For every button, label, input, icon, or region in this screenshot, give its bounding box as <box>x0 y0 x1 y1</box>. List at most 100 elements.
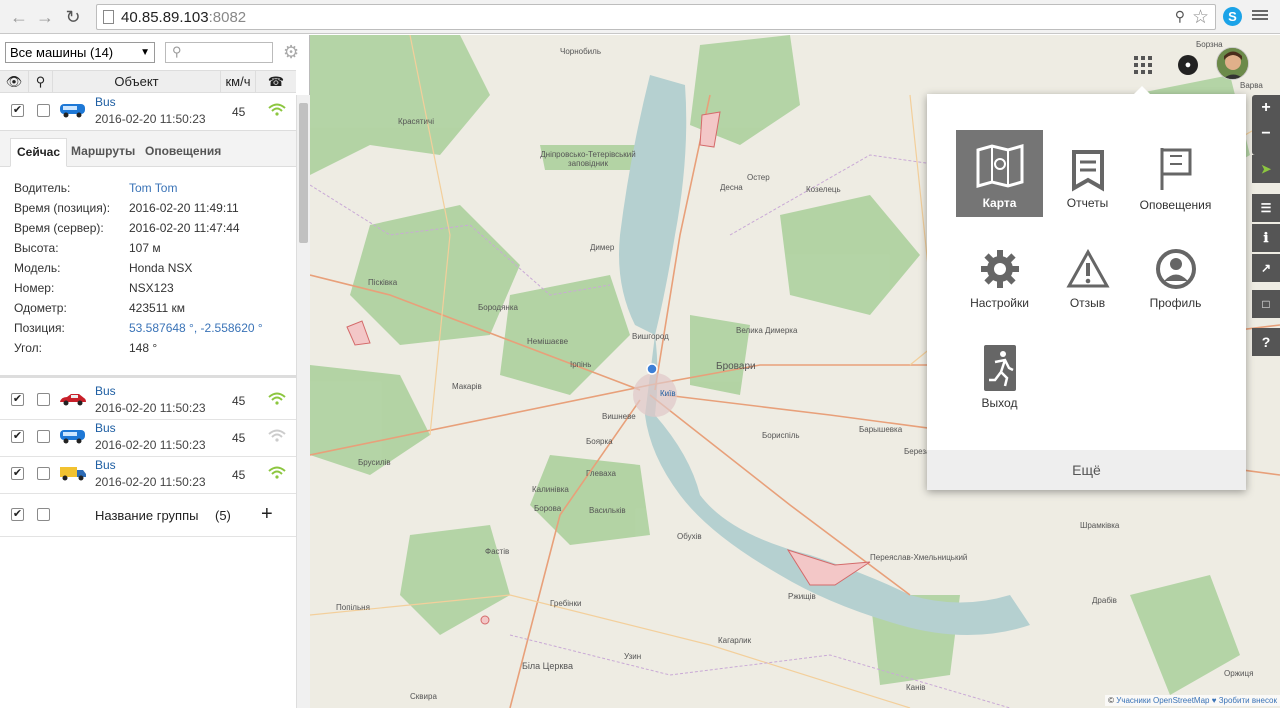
apps-grid-icon[interactable] <box>1134 56 1152 74</box>
signal-icon <box>268 392 286 405</box>
contribute-link[interactable]: ♥ Зробити внесок <box>1210 696 1277 705</box>
driver-value[interactable]: Tom Tom <box>129 181 177 195</box>
app-settings[interactable]: Настройки <box>956 234 1043 321</box>
more-button[interactable]: Ещё <box>927 450 1246 490</box>
visibility-checkbox[interactable]: ✔ <box>11 393 24 406</box>
prop-label: Время (сервер): <box>14 221 104 235</box>
map-label: Ржищів <box>788 592 816 601</box>
map-label: Глеваха <box>586 469 616 478</box>
map-label: Сквира <box>410 692 437 701</box>
forward-icon[interactable]: → <box>34 6 56 28</box>
browser-menu-icon[interactable] <box>1252 8 1268 24</box>
map-label: Остер <box>747 173 770 182</box>
avatar[interactable] <box>1216 47 1249 80</box>
app-label: Профиль <box>1149 296 1202 310</box>
group-row[interactable]: ✔ Название группы (5) + <box>0 498 296 534</box>
map-label: Чорнобиль <box>560 47 601 56</box>
object-column-header[interactable]: Объект <box>53 71 221 93</box>
app-reports[interactable]: Отчеты <box>1044 130 1131 217</box>
map-label: Київ <box>660 389 676 398</box>
sidebar-scrollbar[interactable] <box>296 95 310 708</box>
vehicle-row-selected[interactable]: ✔ Bus 2016-02-20 11:50:23 45 <box>0 94 296 130</box>
prop-label: Высота: <box>14 241 59 255</box>
prop-value: Honda NSX <box>129 261 193 275</box>
app-profile[interactable]: Профиль <box>1132 234 1219 321</box>
map-label: Барышевка <box>859 425 903 434</box>
vehicle-name[interactable]: Bus <box>95 384 116 398</box>
bookmark-star-icon[interactable]: ☆ <box>1192 6 1209 29</box>
address-bar[interactable]: 40.85.89.103:8082 ⚲ ☆ <box>96 4 1216 30</box>
sidebar: Все машины (14) ▼ ⚲ ⚙ 👁 ⚲ Объект км/ч ☎ ✔… <box>0 35 310 708</box>
osm-link[interactable]: Учасники OpenStreetMap <box>1116 696 1209 705</box>
scrollbar-thumb[interactable] <box>299 103 308 243</box>
map-label: Вишгород <box>632 332 669 341</box>
visibility-checkbox[interactable]: ✔ <box>11 467 24 480</box>
app-feedback[interactable]: Отзыв <box>1044 234 1131 321</box>
info-icon[interactable]: ℹ <box>1252 224 1280 252</box>
group-name[interactable]: Название группы <box>95 508 198 523</box>
zoom-in-button[interactable]: + <box>1252 95 1280 121</box>
speed-column-header[interactable]: км/ч <box>221 71 256 93</box>
select-checkbox[interactable] <box>37 467 50 480</box>
search-icon: ⚲ <box>172 44 182 59</box>
vehicle-speed: 45 <box>232 105 246 119</box>
back-icon[interactable]: ← <box>8 6 30 28</box>
app-label: Отзыв <box>1069 296 1106 310</box>
layers-icon[interactable]: ☰ <box>1252 194 1280 222</box>
visibility-column-icon[interactable]: 👁 <box>0 71 29 93</box>
app-alerts[interactable]: Оповещения <box>1132 130 1219 217</box>
locate-icon[interactable]: ➤ <box>1252 155 1280 183</box>
tab-alerts[interactable]: Оповещения <box>139 138 227 167</box>
signal-weak-icon <box>268 429 286 442</box>
select-checkbox[interactable] <box>37 508 50 521</box>
signal-column-icon[interactable]: ☎ <box>256 71 296 93</box>
app-logout[interactable]: Выход <box>956 334 1043 421</box>
vehicle-group-select[interactable]: Все машины (14) ▼ <box>5 42 155 63</box>
app-map[interactable]: Карта <box>956 130 1043 217</box>
select-checkbox[interactable] <box>37 104 50 117</box>
skype-extension-icon[interactable]: S <box>1223 7 1242 26</box>
vehicle-row[interactable]: ✔ Bus 2016-02-20 11:50:23 45 <box>0 457 296 493</box>
tab-now[interactable]: Сейчас <box>10 138 68 167</box>
apps-panel: Карта Отчеты Оповещения Настройки Отзыв … <box>927 86 1246 490</box>
prop-value: NSX123 <box>129 281 174 295</box>
prop-label: Водитель: <box>14 181 71 195</box>
signal-icon <box>268 466 286 479</box>
app-label: Карта <box>982 196 1017 210</box>
flag-icon <box>1160 148 1191 190</box>
vehicle-time: 2016-02-20 11:50:23 <box>95 112 206 126</box>
chat-icon[interactable]: □ <box>1252 290 1280 318</box>
search-input[interactable]: ⚲ <box>165 42 273 63</box>
vehicle-row[interactable]: ✔ Bus 2016-02-20 11:50:23 45 <box>0 420 296 456</box>
expand-group-button[interactable]: + <box>261 503 273 526</box>
vehicle-name[interactable]: Bus <box>95 421 116 435</box>
position-value[interactable]: 53.587648 °, -2.558620 ° <box>129 321 263 335</box>
vehicle-name[interactable]: Bus <box>95 95 116 109</box>
help-button[interactable]: ? <box>1252 328 1280 356</box>
key-icon[interactable]: ⚲ <box>1175 8 1185 25</box>
select-checkbox[interactable] <box>37 393 50 406</box>
report-icon <box>1071 150 1104 192</box>
share-icon[interactable]: ↗ <box>1252 254 1280 282</box>
vehicle-speed: 45 <box>232 394 246 408</box>
map-label: Оржиця <box>1224 669 1254 678</box>
search-column-icon[interactable]: ⚲ <box>29 71 53 93</box>
gear-icon <box>980 250 1019 288</box>
visibility-checkbox[interactable]: ✔ <box>11 104 24 117</box>
notification-bell-icon[interactable]: ● <box>1178 55 1198 75</box>
map-label: Фастів <box>485 547 510 556</box>
visibility-checkbox[interactable]: ✔ <box>11 508 24 521</box>
map-label: Брусилів <box>358 458 391 467</box>
divider <box>0 536 296 537</box>
vehicle-speed: 45 <box>232 431 246 445</box>
vehicle-row[interactable]: ✔ Bus 2016-02-20 11:50:23 45 <box>0 383 296 419</box>
zoom-out-button[interactable]: − <box>1252 121 1280 147</box>
visibility-checkbox[interactable]: ✔ <box>11 430 24 443</box>
select-checkbox[interactable] <box>37 430 50 443</box>
gear-icon[interactable]: ⚙ <box>283 43 299 61</box>
reload-icon[interactable]: ↻ <box>62 6 84 28</box>
vehicle-name[interactable]: Bus <box>95 458 116 472</box>
prop-value: 2016-02-20 11:47:44 <box>129 221 240 235</box>
map-label: Борова <box>534 504 562 513</box>
tab-routes[interactable]: Маршруты <box>65 138 141 167</box>
